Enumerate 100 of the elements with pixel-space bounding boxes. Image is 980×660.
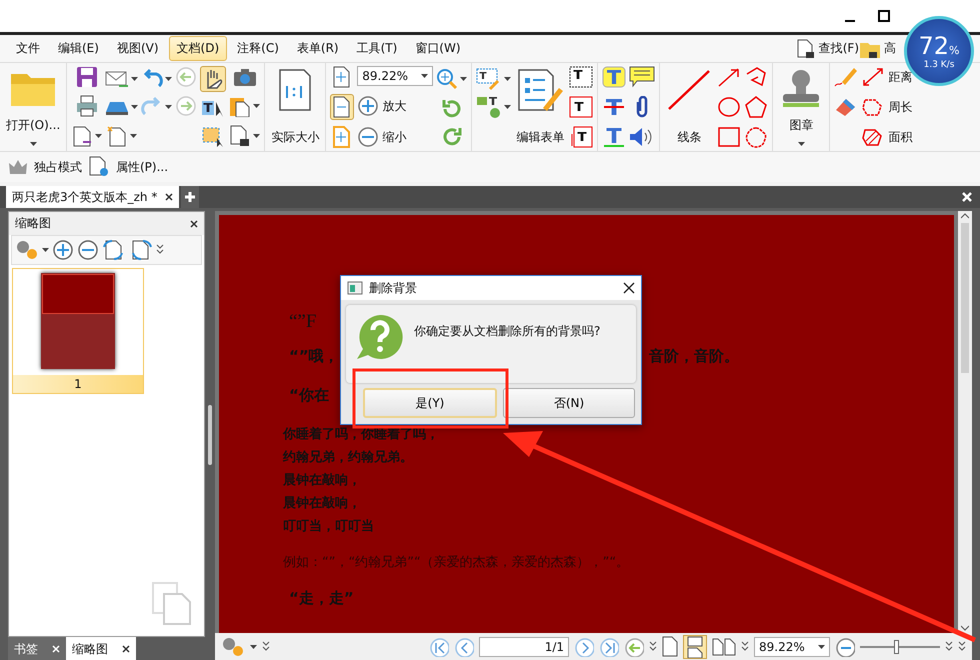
scrollbar-thumb[interactable] [961, 223, 969, 373]
plus-icon[interactable] [185, 192, 196, 202]
dropdown-caret-icon[interactable] [95, 134, 102, 138]
crown-icon[interactable] [8, 158, 28, 176]
zoom-in-icon[interactable] [52, 239, 74, 261]
dropdown-caret-icon[interactable] [421, 74, 428, 78]
dropdown-caret-icon[interactable] [30, 142, 37, 146]
perimeter-button[interactable]: 周长 [888, 98, 912, 116]
dropdown-caret-icon[interactable] [253, 104, 260, 108]
previous-page-icon[interactable] [454, 637, 474, 657]
single-page-icon[interactable] [662, 636, 678, 658]
paperclip-icon[interactable] [634, 96, 650, 118]
menu-item[interactable]: 编辑(E) [50, 36, 107, 61]
zoom-combo[interactable]: 89.22% [357, 66, 434, 86]
export-document-icon[interactable] [71, 124, 94, 146]
rotate-right-icon[interactable] [129, 239, 153, 261]
line-tool-button[interactable]: 线条 [677, 129, 702, 146]
dropdown-caret-icon[interactable] [798, 142, 805, 146]
close-icon[interactable] [122, 645, 130, 653]
document-tab[interactable]: 两只老虎3个英文版本_zh * [6, 186, 180, 208]
window-icon[interactable] [347, 281, 363, 295]
underline-text-icon[interactable] [602, 126, 626, 148]
slider-thumb[interactable] [894, 640, 899, 654]
zoom-out-icon[interactable] [77, 239, 99, 261]
highlight-text-icon[interactable] [602, 66, 626, 88]
distance-icon[interactable] [861, 66, 886, 88]
line-icon[interactable] [666, 68, 712, 112]
zoom-in-icon[interactable] [357, 95, 380, 117]
scroll-down-icon[interactable] [961, 625, 969, 631]
double-chevron-icon[interactable] [649, 641, 657, 653]
rectangle-icon[interactable] [717, 126, 742, 148]
dialog-button[interactable]: 否(N) [503, 388, 635, 418]
zoom-out-icon[interactable] [835, 637, 855, 657]
scroll-up-icon[interactable] [961, 213, 969, 219]
arrow-icon[interactable] [717, 66, 742, 88]
exclusive-mode-button[interactable]: 独占模式 [34, 158, 82, 176]
text-box-icon[interactable] [569, 96, 594, 118]
camera-icon[interactable] [232, 66, 257, 88]
zoom-slider[interactable] [860, 640, 940, 654]
next-page-icon[interactable] [574, 637, 594, 657]
menu-item[interactable]: 窗口(W) [407, 36, 469, 61]
maximize-icon[interactable] [878, 10, 890, 22]
zoom-in-button[interactable]: 放大 [382, 98, 406, 114]
find-button[interactable]: 查找(F) [818, 40, 859, 57]
fit-visible-icon[interactable] [332, 126, 352, 148]
dropdown-caret-icon[interactable] [131, 76, 138, 80]
dropdown-caret-icon[interactable] [504, 76, 512, 80]
dropdown-caret-icon[interactable] [42, 248, 49, 252]
properties-button[interactable]: 属性(P)... [116, 158, 168, 176]
note-icon[interactable] [629, 66, 656, 88]
menu-item[interactable]: 视图(V) [108, 36, 167, 61]
actual-size-icon[interactable] [278, 68, 312, 112]
combo-field-icon[interactable] [569, 66, 594, 88]
open-button[interactable]: 打开(O)... [6, 116, 60, 134]
menu-item[interactable]: 工具(T) [348, 36, 406, 61]
last-page-icon[interactable] [599, 637, 619, 657]
first-page-icon[interactable] [429, 637, 449, 657]
dropdown-caret-icon[interactable] [250, 645, 257, 649]
double-chevron-icon[interactable] [741, 641, 749, 653]
menu-item[interactable]: 注释(C) [229, 36, 287, 61]
menu-item[interactable]: 表单(R) [288, 36, 347, 61]
zoom-out-icon[interactable] [357, 126, 380, 148]
ellipse-icon[interactable] [717, 96, 742, 118]
dropdown-caret-icon[interactable] [460, 76, 468, 80]
close-icon[interactable] [190, 220, 198, 228]
dropdown-caret-icon[interactable] [504, 105, 512, 109]
panel-tab[interactable]: 缩略图 [66, 637, 136, 660]
double-chevron-icon[interactable] [958, 641, 966, 653]
stamp-button[interactable]: 图章 [789, 116, 814, 134]
strikethrough-text-icon[interactable] [602, 96, 626, 118]
panel-tab[interactable]: 书签 [8, 637, 66, 660]
page-thumbnail[interactable]: 1 [12, 268, 144, 394]
rotate-left-icon[interactable] [102, 239, 126, 261]
close-icon[interactable] [165, 193, 174, 201]
image-field-icon[interactable] [476, 95, 502, 119]
dialog-button[interactable]: 是(Y) [363, 388, 497, 418]
dropdown-caret-icon[interactable] [165, 76, 172, 80]
edit-form-icon[interactable] [517, 68, 564, 112]
pentagon-icon[interactable] [744, 96, 768, 118]
dropdown-caret-icon[interactable] [130, 134, 138, 138]
save-icon[interactable] [76, 66, 98, 88]
fit-page-icon[interactable] [332, 66, 352, 88]
close-icon[interactable] [623, 282, 635, 294]
double-chevron-icon[interactable] [262, 641, 270, 653]
splitter-handle[interactable] [208, 404, 212, 464]
page-number-field[interactable]: 1/1 [479, 637, 569, 657]
edit-form-button[interactable]: 编辑表单 [516, 129, 564, 146]
menu-item[interactable]: 文件 [8, 36, 48, 61]
area-button[interactable]: 面积 [888, 128, 912, 146]
advanced-find-button[interactable]: 高 [884, 40, 896, 57]
text-box-arrow-icon[interactable] [569, 126, 594, 148]
menu-item[interactable]: 文档(D) [168, 36, 228, 61]
cloud-icon[interactable] [744, 126, 768, 148]
double-chevron-icon[interactable] [945, 641, 953, 653]
dropdown-caret-icon[interactable] [253, 134, 260, 138]
polyline-icon[interactable] [744, 66, 768, 88]
printer-icon[interactable] [76, 94, 98, 116]
two-pages-icon[interactable] [712, 637, 736, 657]
new-document-icon[interactable] [106, 124, 128, 146]
dropdown-caret-icon[interactable] [818, 645, 825, 649]
